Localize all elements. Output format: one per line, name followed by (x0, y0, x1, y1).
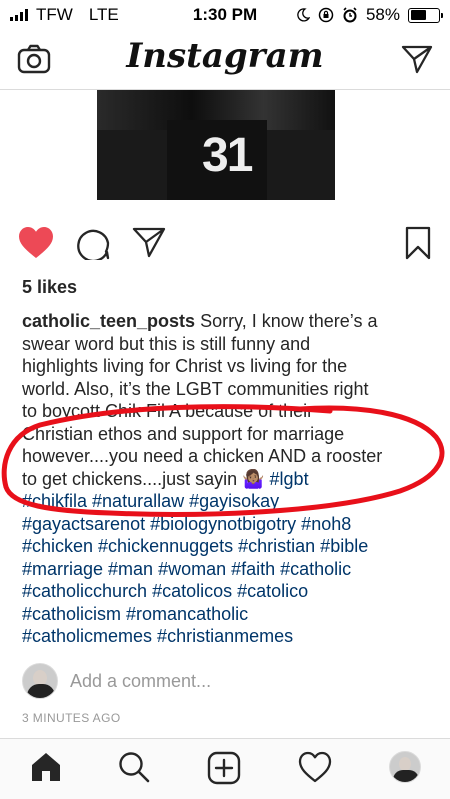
hashtag-line[interactable]: #catholicism #romancatholic (22, 603, 432, 626)
likes-count[interactable]: 5 likes (22, 277, 77, 298)
heart-icon[interactable] (18, 226, 54, 260)
comment-input[interactable]: Add a comment... (70, 671, 211, 692)
hashtag-line[interactable]: #marriage #man #woman #faith #catholic (22, 558, 432, 581)
photo-jersey-number: 31 (202, 129, 253, 182)
alarm-icon (343, 7, 357, 23)
add-post-icon[interactable] (207, 751, 241, 785)
hashtag-link[interactable]: #lgbt (270, 469, 309, 489)
battery-icon (408, 7, 443, 23)
hashtag-line[interactable]: #chicken #chickennuggets #christian #bib… (22, 535, 432, 558)
hashtag-line[interactable]: #gayactsarenot #biologynotbigotry #noh8 (22, 513, 432, 536)
post-caption: catholic_teen_posts Sorry, I know there’… (22, 310, 432, 648)
hashtag-line[interactable]: #catholicchurch #catolicos #catolico (22, 580, 432, 603)
caption-line: highlights living for Christ vs living f… (22, 356, 348, 376)
bottom-tab-bar (0, 738, 450, 799)
post-action-bar (0, 222, 450, 264)
add-comment-row[interactable]: Add a comment... (22, 662, 432, 700)
battery-percent: 58% (365, 5, 400, 24)
direct-message-icon[interactable] (401, 44, 433, 74)
caption-line: Christian ethos and support for marriage (22, 423, 345, 444)
share-icon[interactable] (132, 226, 166, 258)
comment-icon[interactable] (77, 226, 111, 260)
profile-avatar[interactable] (389, 751, 421, 783)
caption-line: swear word but this is still funny and (22, 333, 311, 354)
caption-line: world. Also, it’s the LGBT communities r… (22, 378, 369, 399)
post-timestamp: 3 MINUTES AGO (22, 711, 121, 725)
rotation-lock-icon (318, 7, 334, 23)
moon-icon (297, 8, 310, 22)
caption-line: however....you need a chicken AND a roos… (22, 446, 383, 466)
status-bar: TFW LTE 1:30 PM 58% (0, 0, 450, 30)
activity-heart-icon[interactable] (298, 751, 332, 783)
post-photo[interactable]: 31 (97, 90, 335, 200)
home-icon[interactable] (29, 751, 63, 783)
hashtag-line[interactable]: #chikfila #naturallaw #gayisokay (22, 490, 432, 513)
top-navigation: Instagram (0, 30, 450, 90)
avatar (22, 663, 58, 699)
hashtag-line[interactable]: #catholicmemes #christianmemes (22, 625, 432, 648)
caption-line: to get chickens....just sayin 🤷🏽‍♀️ (22, 468, 270, 489)
instagram-logo: Instagram (126, 36, 324, 76)
caption-username[interactable]: catholic_teen_posts (22, 311, 195, 331)
caption-line: Sorry, I know there’s a (195, 311, 378, 331)
caption-line: to boycott Chik Fil A because of their (22, 401, 314, 421)
search-icon[interactable] (118, 751, 150, 783)
bookmark-icon[interactable] (405, 226, 431, 260)
